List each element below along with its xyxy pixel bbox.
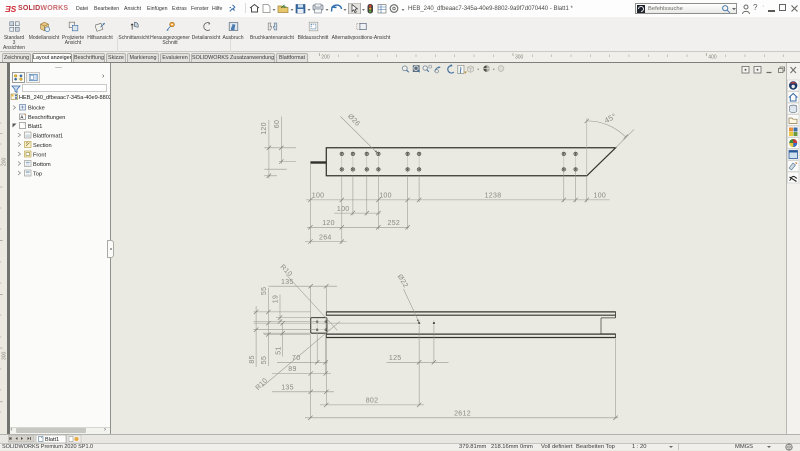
svg-text:Section: Section xyxy=(33,142,52,148)
svg-text:Front: Front xyxy=(33,152,47,158)
svg-text:Blocke: Blocke xyxy=(28,105,45,111)
svg-text:HEB_240_dfbeaac7-345a-40e9-880: HEB_240_dfbeaac7-345a-40e9-8802-9a9f xyxy=(19,95,110,101)
svg-text:Bottom: Bottom xyxy=(33,161,51,167)
svg-text:200: 200 xyxy=(321,55,330,61)
svg-text:300: 300 xyxy=(515,55,524,61)
svg-text:Top: Top xyxy=(33,171,42,177)
svg-text:Beschriftungen: Beschriftungen xyxy=(28,115,65,121)
svg-text:400: 400 xyxy=(708,55,717,61)
svg-text:Blatt1: Blatt1 xyxy=(28,123,42,129)
svg-text:Blattformat1: Blattformat1 xyxy=(33,133,63,139)
